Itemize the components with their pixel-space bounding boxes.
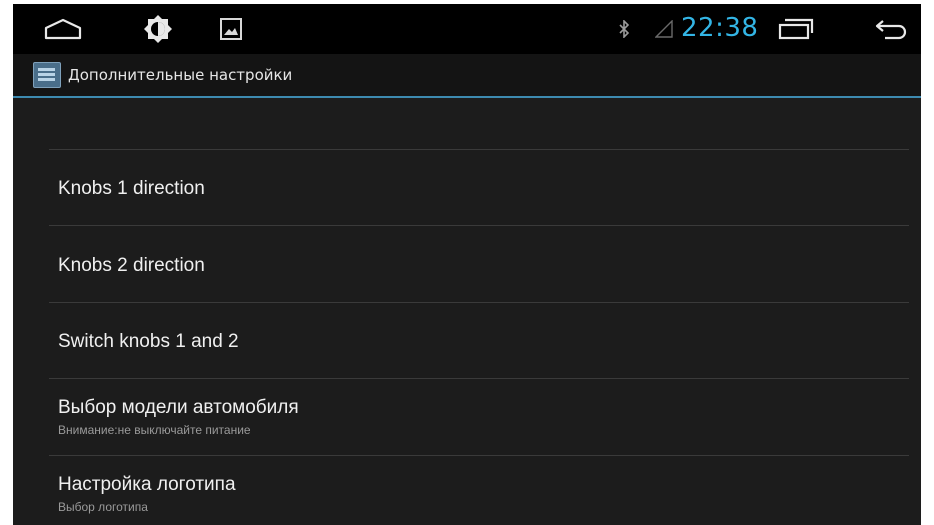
status-time: 22:38 — [681, 13, 759, 43]
brightness-icon[interactable] — [141, 12, 175, 46]
setting-title: Switch knobs 1 and 2 — [58, 331, 239, 352]
list-divider — [49, 225, 909, 226]
status-bar: 22:38 — [13, 4, 921, 54]
bluetooth-icon — [616, 12, 632, 46]
setting-title: Выбор модели автомобиля — [58, 397, 299, 418]
setting-knobs-1-direction[interactable]: Knobs 1 direction — [58, 178, 908, 200]
list-divider — [49, 149, 909, 150]
setting-title: Knobs 2 direction — [58, 255, 205, 276]
setting-subtitle: Выбор логотипа — [58, 500, 148, 514]
setting-car-model[interactable]: Выбор модели автомобиля Внимание:не выкл… — [58, 397, 908, 437]
signal-icon — [653, 12, 675, 46]
list-divider — [49, 302, 909, 303]
home-icon[interactable] — [41, 12, 85, 46]
setting-subtitle: Внимание:не выключайте питание — [58, 423, 251, 437]
setting-logo[interactable]: Настройка логотипа Выбор логотипа — [58, 474, 908, 514]
action-bar: Дополнительные настройки — [13, 54, 921, 98]
setting-knobs-2-direction[interactable]: Knobs 2 direction — [58, 255, 908, 277]
setting-title: Knobs 1 direction — [58, 178, 205, 199]
gallery-icon[interactable] — [216, 12, 246, 46]
list-divider — [49, 378, 909, 379]
recent-apps-icon[interactable] — [776, 12, 816, 46]
settings-app-icon[interactable] — [33, 62, 61, 88]
setting-switch-knobs[interactable]: Switch knobs 1 and 2 — [58, 331, 908, 353]
list-divider — [49, 455, 909, 456]
back-icon[interactable] — [871, 12, 911, 46]
page-title: Дополнительные настройки — [68, 66, 293, 84]
device-screen: 22:38 Дополнительные настройки Knobs 1 d… — [13, 4, 921, 525]
setting-title: Настройка логотипа — [58, 474, 236, 495]
